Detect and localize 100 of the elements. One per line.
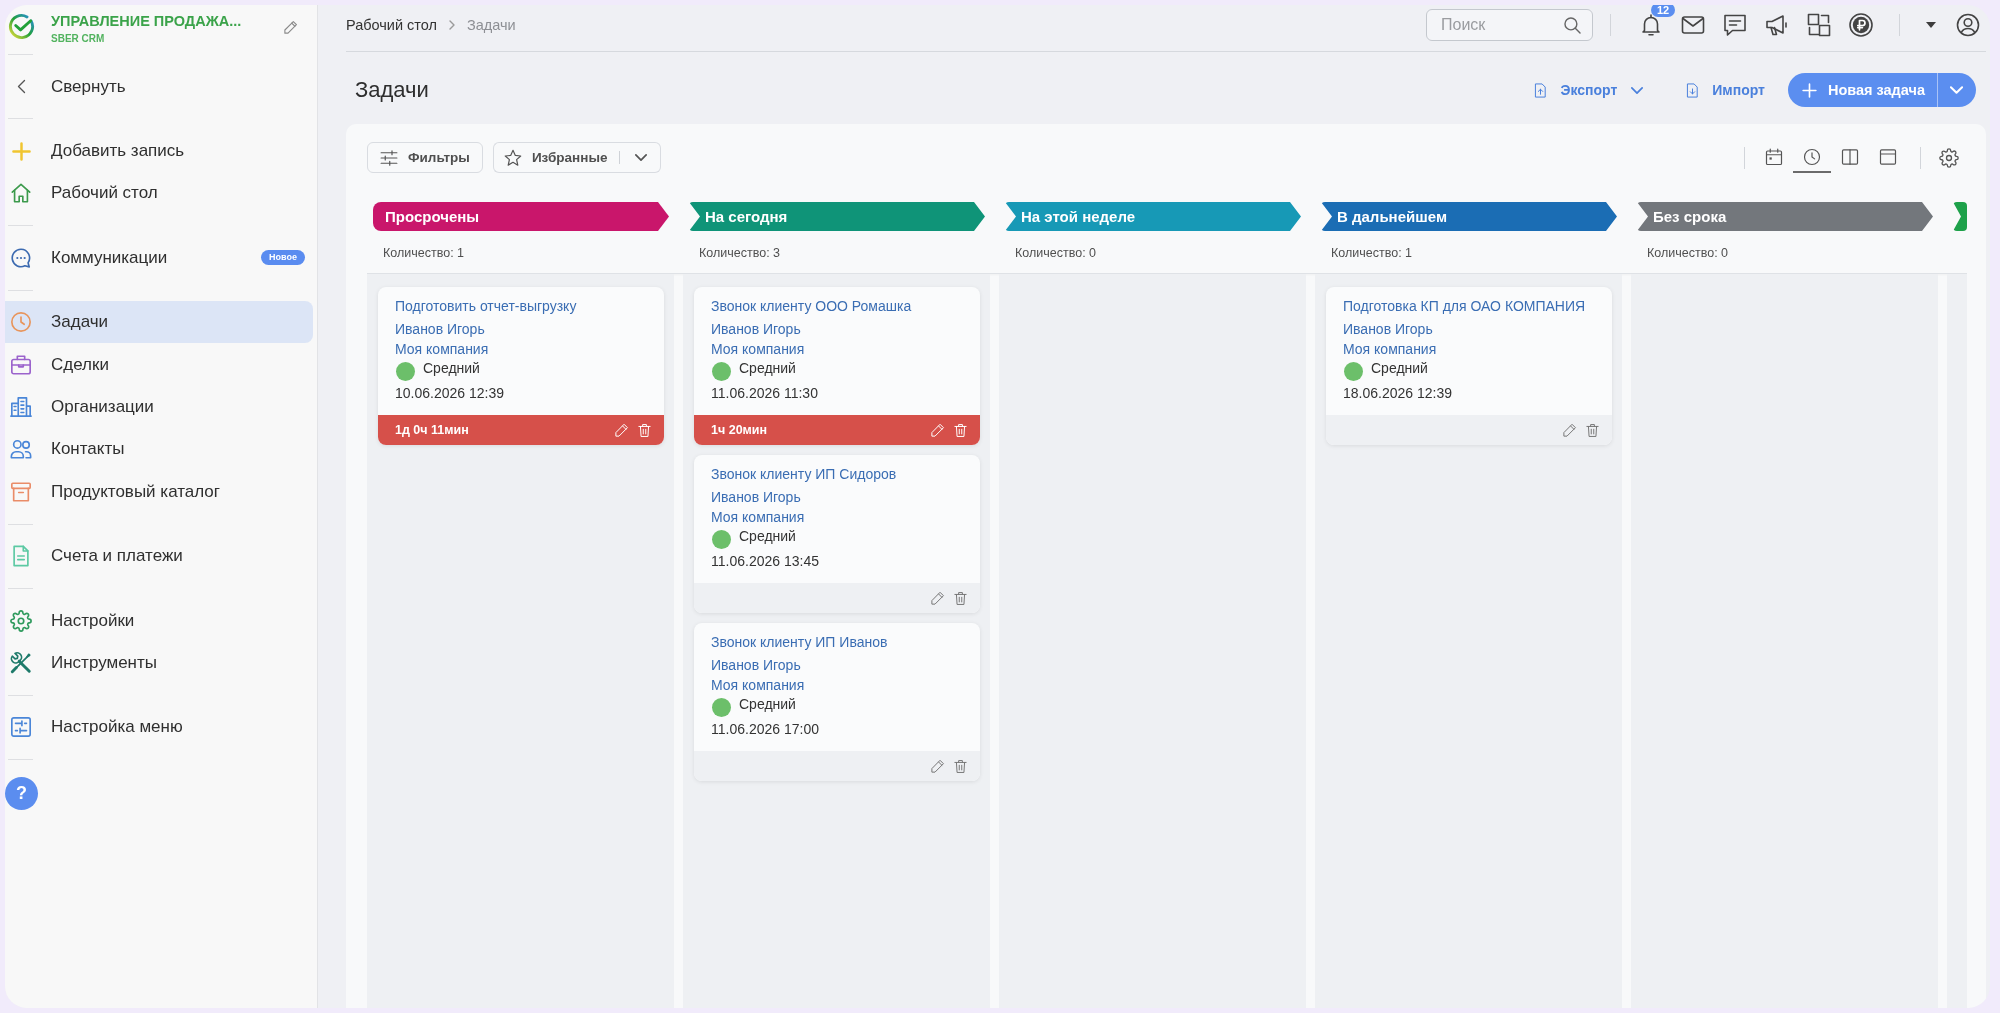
company-link[interactable]: Моя компания [711,507,805,527]
stage-header: В дальнейшем [1321,202,1617,231]
assignee-link[interactable]: Иванов Игорь [711,319,801,339]
dropdown-button[interactable] [1937,73,1976,107]
export-button[interactable]: Экспорт [1527,74,1650,106]
company-link[interactable]: Моя компания [711,339,805,359]
chevron-down-icon [634,154,647,161]
sidebar-item[interactable]: Добавить запись [5,129,313,173]
task-title-link[interactable]: Звонок клиенту ООО Ромашка [711,296,912,316]
file-up-icon [1533,81,1549,99]
overdue-timer: 1д 0ч 11мин [395,423,469,437]
company-link[interactable]: Моя компания [711,675,805,695]
pencil-icon[interactable] [930,758,945,774]
sidebar-item[interactable]: Контакты [5,428,313,471]
notification-badge: 12 [1651,5,1676,17]
sidebar-item[interactable]: Продуктовый каталог [5,470,313,513]
count-label: Количество: 0 [1646,245,1730,262]
brand-subtitle: SBER CRM [51,32,105,46]
clock-icon [10,311,32,334]
chevron-down-icon [1949,86,1963,94]
priority-label: Средний [739,359,796,376]
breadcrumb-link[interactable]: Рабочий стол [346,17,438,33]
stage-header: На сегодня [689,202,985,231]
sidebar-item[interactable]: Настройка меню [5,706,313,749]
priority-label: Средний [739,527,796,544]
mail-icon[interactable] [1681,13,1705,37]
logo-icon [8,13,35,40]
due-date: 11.06.2026 11:30 [711,384,818,403]
pencil-icon[interactable] [930,590,945,606]
pencil-icon[interactable] [283,20,298,35]
squares-icon[interactable] [1807,13,1831,37]
sidebar-item[interactable]: Свернуть [5,65,313,108]
bell-icon[interactable] [1639,13,1663,37]
favorites-menu-button[interactable] [619,142,662,173]
search-field[interactable]: Поиск [1426,9,1593,41]
task-title-link[interactable]: Звонок клиенту ИП Иванов [711,632,888,652]
import-button[interactable]: Импорт [1679,74,1771,106]
stage-header: Просрочены [373,202,669,231]
tools-icon [10,652,32,674]
priority-label: Средний [423,359,480,376]
sidebar-item[interactable]: Организации [5,385,313,429]
pencil-icon[interactable] [1562,422,1577,438]
megaphone-icon[interactable] [1765,13,1789,37]
help-button[interactable]: ? [5,777,38,811]
assignee-link[interactable]: Иванов Игорь [395,319,485,339]
caret-down-icon[interactable] [1926,22,1936,28]
count-label: Количество: 1 [1330,245,1414,262]
trash-icon[interactable] [953,590,968,606]
new-task-button[interactable]: Новая задача [1787,73,1937,107]
company-link[interactable]: Моя компания [1343,339,1437,359]
sliders-panel-icon [10,716,32,739]
file-down-icon [1685,81,1701,99]
coin-icon[interactable] [1849,13,1873,37]
sidebar-item[interactable]: Настройки [5,599,313,642]
sidebar-item[interactable]: Инструменты [5,641,313,685]
buildings-icon [10,396,32,419]
archive-box-icon [10,480,32,503]
overdue-timer: 1ч 20мин [711,423,768,437]
sidebar-item[interactable]: Коммуникации Новое [5,236,313,280]
priority-label: Средний [1371,359,1428,376]
count-label: Количество: 0 [1014,245,1098,262]
clock-icon [1803,147,1821,166]
chat-icon[interactable] [1723,13,1747,37]
chevron-right-icon [449,20,456,30]
filters-button[interactable]: Фильтры [367,142,483,173]
count-label: Количество: 1 [382,245,466,262]
company-link[interactable]: Моя компания [395,339,489,359]
assignee-link[interactable]: Иванов Игорь [1343,319,1433,339]
favorites-button[interactable]: Избранные [492,142,620,173]
priority-label: Средний [739,695,796,712]
app-title: УПРАВЛЕНИЕ ПРОДАЖА... [51,12,242,30]
due-date: 18.06.2026 12:39 [1343,384,1452,403]
chevron-left-icon [16,79,26,95]
user-icon[interactable] [1956,13,1980,37]
stage-header: На этой неделе [1005,202,1301,231]
sidebar-item[interactable]: Сделки [5,343,313,386]
sidebar-item[interactable]: Счета и платежи [5,535,313,578]
trash-icon[interactable] [1585,422,1600,438]
gear-icon [10,609,32,632]
gear-icon[interactable] [1939,147,1959,168]
task-title-link[interactable]: Подготовить отчет-выгрузку [395,296,577,316]
plus-icon [1801,82,1817,98]
calendar-icon [1765,147,1783,166]
trash-icon[interactable] [953,758,968,774]
due-date: 11.06.2026 13:45 [711,552,819,571]
due-date: 11.06.2026 17:00 [711,720,819,739]
sidebar-item[interactable]: Рабочий стол [5,172,313,215]
assignee-link[interactable]: Иванов Игорь [711,487,801,507]
house-icon [10,182,32,205]
chat-bubble-icon [10,246,32,269]
due-date: 10.06.2026 12:39 [395,384,504,403]
columns-icon [1841,147,1859,166]
search-icon [1563,15,1582,35]
task-title-link[interactable]: Звонок клиенту ИП Сидоров [711,464,897,484]
briefcase-icon [10,353,32,376]
new-badge: Новое [261,250,305,266]
sidebar-item[interactable]: Задачи [5,301,313,344]
assignee-link[interactable]: Иванов Игорь [711,655,801,675]
window-icon [1879,147,1897,166]
task-title-link[interactable]: Подготовка КП для ОАО КОМПАНИЯ [1343,296,1586,316]
